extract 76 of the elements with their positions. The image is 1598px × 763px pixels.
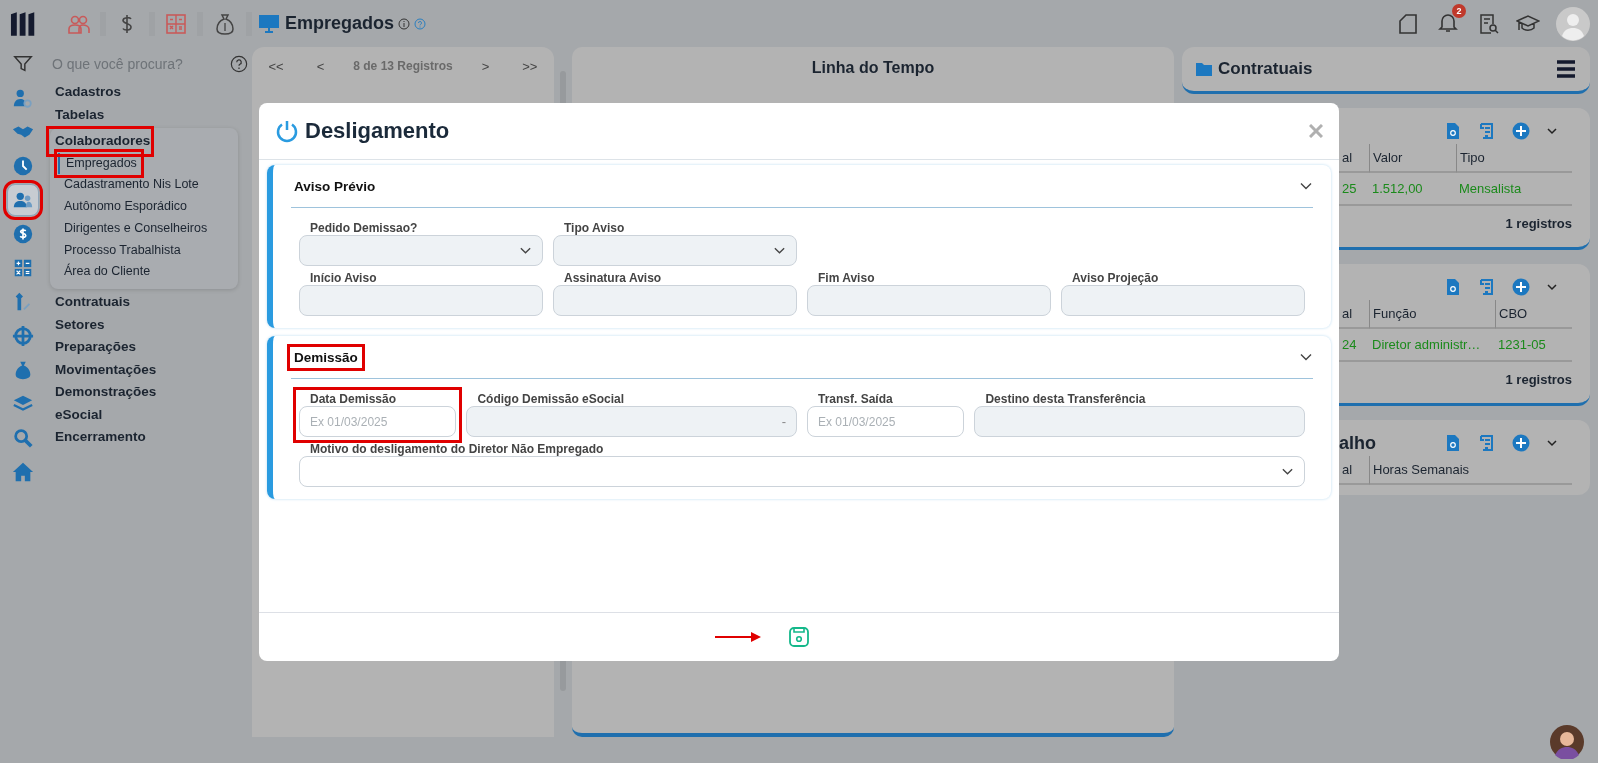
power-icon <box>275 119 299 143</box>
nav-item[interactable]: Contratuais <box>50 291 130 314</box>
table-cell: 1231-05 <box>1495 329 1572 362</box>
field-label: Tipo Aviso <box>563 222 626 235</box>
section-title: Contratuais <box>1218 59 1313 79</box>
monitor-icon <box>258 13 280 34</box>
panel-title: Linha do Tempo <box>811 59 935 77</box>
table-cell: Mensalista <box>1456 173 1572 206</box>
record-counter: 8 de 13 Registros <box>353 59 453 73</box>
column-header: Função <box>1369 300 1495 329</box>
previous-button[interactable]: < <box>312 58 329 74</box>
document-search-icon[interactable] <box>1444 434 1462 452</box>
nav-item[interactable]: Setores <box>50 313 105 337</box>
table-cell: Diretor administr… <box>1369 329 1495 362</box>
add-icon[interactable] <box>1512 122 1530 140</box>
column-header: Tipo <box>1456 144 1572 173</box>
nav-item[interactable]: Encerramento <box>50 426 146 449</box>
next-button[interactable]: > <box>477 58 494 74</box>
arrow-drawing <box>715 632 761 642</box>
section-title[interactable]: Aviso Prévio <box>291 176 379 196</box>
dialog-title: Desligamento <box>305 118 450 144</box>
record-count: 1 registros <box>1505 372 1572 387</box>
menu-icon[interactable] <box>1556 59 1576 79</box>
field-label: Assinatura Aviso <box>563 272 663 285</box>
avatar-icon[interactable] <box>1556 6 1590 41</box>
tablet-icon[interactable] <box>1396 11 1420 36</box>
add-icon[interactable] <box>1512 434 1530 452</box>
logo-icon[interactable] <box>10 10 36 37</box>
save-button[interactable] <box>788 626 810 648</box>
submenu-item[interactable]: Autônomo Esporádico <box>58 196 190 218</box>
field-label: Pedido Demissao? <box>309 222 419 235</box>
page-title: Empregados <box>285 13 395 34</box>
field-label: Código Demissão eSocial <box>476 393 626 406</box>
field-label: Início Aviso <box>309 272 378 285</box>
scroll-icon[interactable] <box>1478 278 1496 296</box>
folder-icon <box>1196 62 1212 76</box>
nav-item[interactable]: Demonstrações <box>50 381 157 404</box>
assistant-avatar-icon[interactable] <box>1550 725 1584 759</box>
nav-item[interactable]: Preparações <box>50 336 137 359</box>
info-icon[interactable] <box>398 17 411 30</box>
chevron-icon[interactable] <box>1546 281 1558 293</box>
card-title: alho <box>1339 432 1376 454</box>
field-label: Data Demissão <box>309 393 398 406</box>
nav-item[interactable]: eSocial <box>50 403 103 427</box>
input-field[interactable]: Ex 01/03/2025 <box>299 406 457 437</box>
table-cell: 1.512,00 <box>1369 173 1456 206</box>
close-icon[interactable] <box>1309 124 1323 138</box>
first-button[interactable]: << <box>264 58 288 74</box>
document-search-icon[interactable] <box>1444 278 1462 296</box>
input-field[interactable]: Ex 01/03/2025 <box>807 406 965 437</box>
nav-item[interactable]: Movimentações <box>50 358 157 382</box>
chevron-icon[interactable] <box>1546 125 1558 137</box>
column-header: Valor <box>1369 144 1456 173</box>
chevron-icon[interactable] <box>1546 437 1558 449</box>
submenu-item[interactable]: Processo Trabalhista <box>58 239 184 262</box>
record-count: 1 registros <box>1505 216 1572 231</box>
column-header: CBO <box>1495 300 1572 329</box>
select-field[interactable] <box>299 456 1305 487</box>
last-button[interactable]: >> <box>518 58 542 74</box>
scroll-icon[interactable] <box>1478 434 1496 452</box>
column-header: Horas Semanais <box>1369 456 1572 485</box>
add-icon[interactable] <box>1512 278 1530 296</box>
document-search-icon[interactable] <box>1444 122 1462 140</box>
field-label: Motivo do desligamento do Diretor Não Empregado <box>309 443 605 456</box>
field-label: Fim Aviso <box>817 272 876 285</box>
nav-item[interactable]: Cadastros <box>50 81 122 104</box>
field-label: Destino desta Transferência <box>984 393 1147 406</box>
scroll-icon[interactable] <box>1478 122 1496 140</box>
field-label: Aviso Projeção <box>1071 272 1160 285</box>
submenu-item[interactable]: Cadastramento Nis Lote <box>58 174 202 197</box>
field-label: Transf. Saída <box>817 393 894 406</box>
submenu-item[interactable]: Dirigentes e Conselheiros <box>58 217 211 240</box>
submenu-item[interactable]: Área do Cliente <box>58 261 154 284</box>
notification-badge: 2 <box>1452 3 1466 18</box>
nav-item[interactable]: Tabelas <box>50 103 105 126</box>
help-icon[interactable] <box>230 55 248 73</box>
